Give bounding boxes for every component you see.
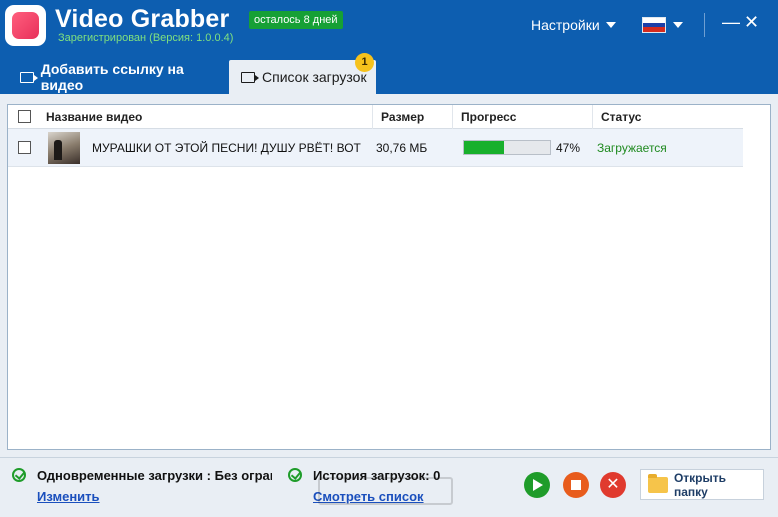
- video-size: 30,76 МБ: [376, 141, 428, 155]
- column-header-status[interactable]: Статус: [593, 105, 743, 129]
- column-header-progress[interactable]: Прогресс: [453, 105, 593, 129]
- tab-add-link[interactable]: Добавить ссылку на видео: [12, 60, 226, 94]
- downloads-panel: Название видео Размер Прогресс Статус МУ…: [0, 94, 778, 457]
- divider: [704, 13, 705, 37]
- progress-percent: 47%: [556, 141, 581, 155]
- chevron-down-icon[interactable]: [606, 22, 616, 28]
- progress-bar: [463, 140, 551, 155]
- flag-russia-icon[interactable]: [642, 17, 666, 33]
- title-bar: Video Grabber осталось 8 дней Зарегистри…: [0, 0, 778, 56]
- column-header-title[interactable]: Название видео: [38, 105, 373, 129]
- row-checkbox[interactable]: [18, 141, 31, 154]
- downloads-table: Название видео Размер Прогресс Статус МУ…: [7, 104, 771, 450]
- open-folder-button[interactable]: Открыть папку: [640, 469, 764, 500]
- settings-menu[interactable]: Настройки: [531, 17, 600, 33]
- stop-all-button[interactable]: [563, 472, 589, 498]
- tab-bar: Добавить ссылку на видео Список загрузок: [0, 56, 778, 94]
- download-count-badge: 1: [355, 53, 374, 72]
- app-title: Video Grabber: [55, 5, 230, 33]
- trial-badge: осталось 8 дней: [249, 11, 343, 29]
- tab-add-link-label: Добавить ссылку на видео: [40, 61, 184, 93]
- select-all-checkbox[interactable]: [18, 110, 31, 123]
- change-concurrent-link[interactable]: Изменить: [37, 489, 100, 504]
- cancel-all-button[interactable]: ✕: [600, 472, 626, 498]
- download-list-icon: [241, 71, 259, 83]
- language-chevron-down-icon[interactable]: [673, 22, 683, 28]
- table-header: Название видео Размер Прогресс Статус: [8, 105, 743, 129]
- start-all-button[interactable]: [524, 472, 550, 498]
- download-link-icon: [20, 71, 38, 83]
- minimize-button[interactable]: —: [722, 12, 740, 33]
- check-circle-icon: [12, 468, 26, 482]
- open-folder-label: Открыть папку: [673, 470, 727, 499]
- tab-download-list-label: Список загрузок: [262, 69, 367, 85]
- concurrent-downloads-label: Одновременные загрузки : Без ограничений: [37, 468, 272, 483]
- close-button[interactable]: ✕: [744, 12, 759, 33]
- download-history-label: История загрузок: 0: [313, 468, 441, 483]
- version-text: Зарегистрирован (Версия: 1.0.0.4): [58, 32, 234, 44]
- video-thumbnail: [48, 132, 80, 164]
- video-title: МУРАШКИ ОТ ЭТОЙ ПЕСНИ! ДУШУ РВЁТ! ВОТ: [92, 141, 361, 155]
- table-row[interactable]: МУРАШКИ ОТ ЭТОЙ ПЕСНИ! ДУШУ РВЁТ! ВОТ 30…: [8, 129, 743, 167]
- view-history-link[interactable]: Смотреть список: [313, 489, 424, 504]
- folder-icon: [648, 473, 668, 493]
- status-text: Загружается: [597, 141, 667, 155]
- history-check-circle-icon: [288, 468, 302, 482]
- progress-bar-fill: [464, 141, 505, 154]
- column-header-size[interactable]: Размер: [373, 105, 453, 129]
- tab-download-list[interactable]: Список загрузок: [229, 60, 376, 94]
- app-logo-icon: [5, 5, 46, 46]
